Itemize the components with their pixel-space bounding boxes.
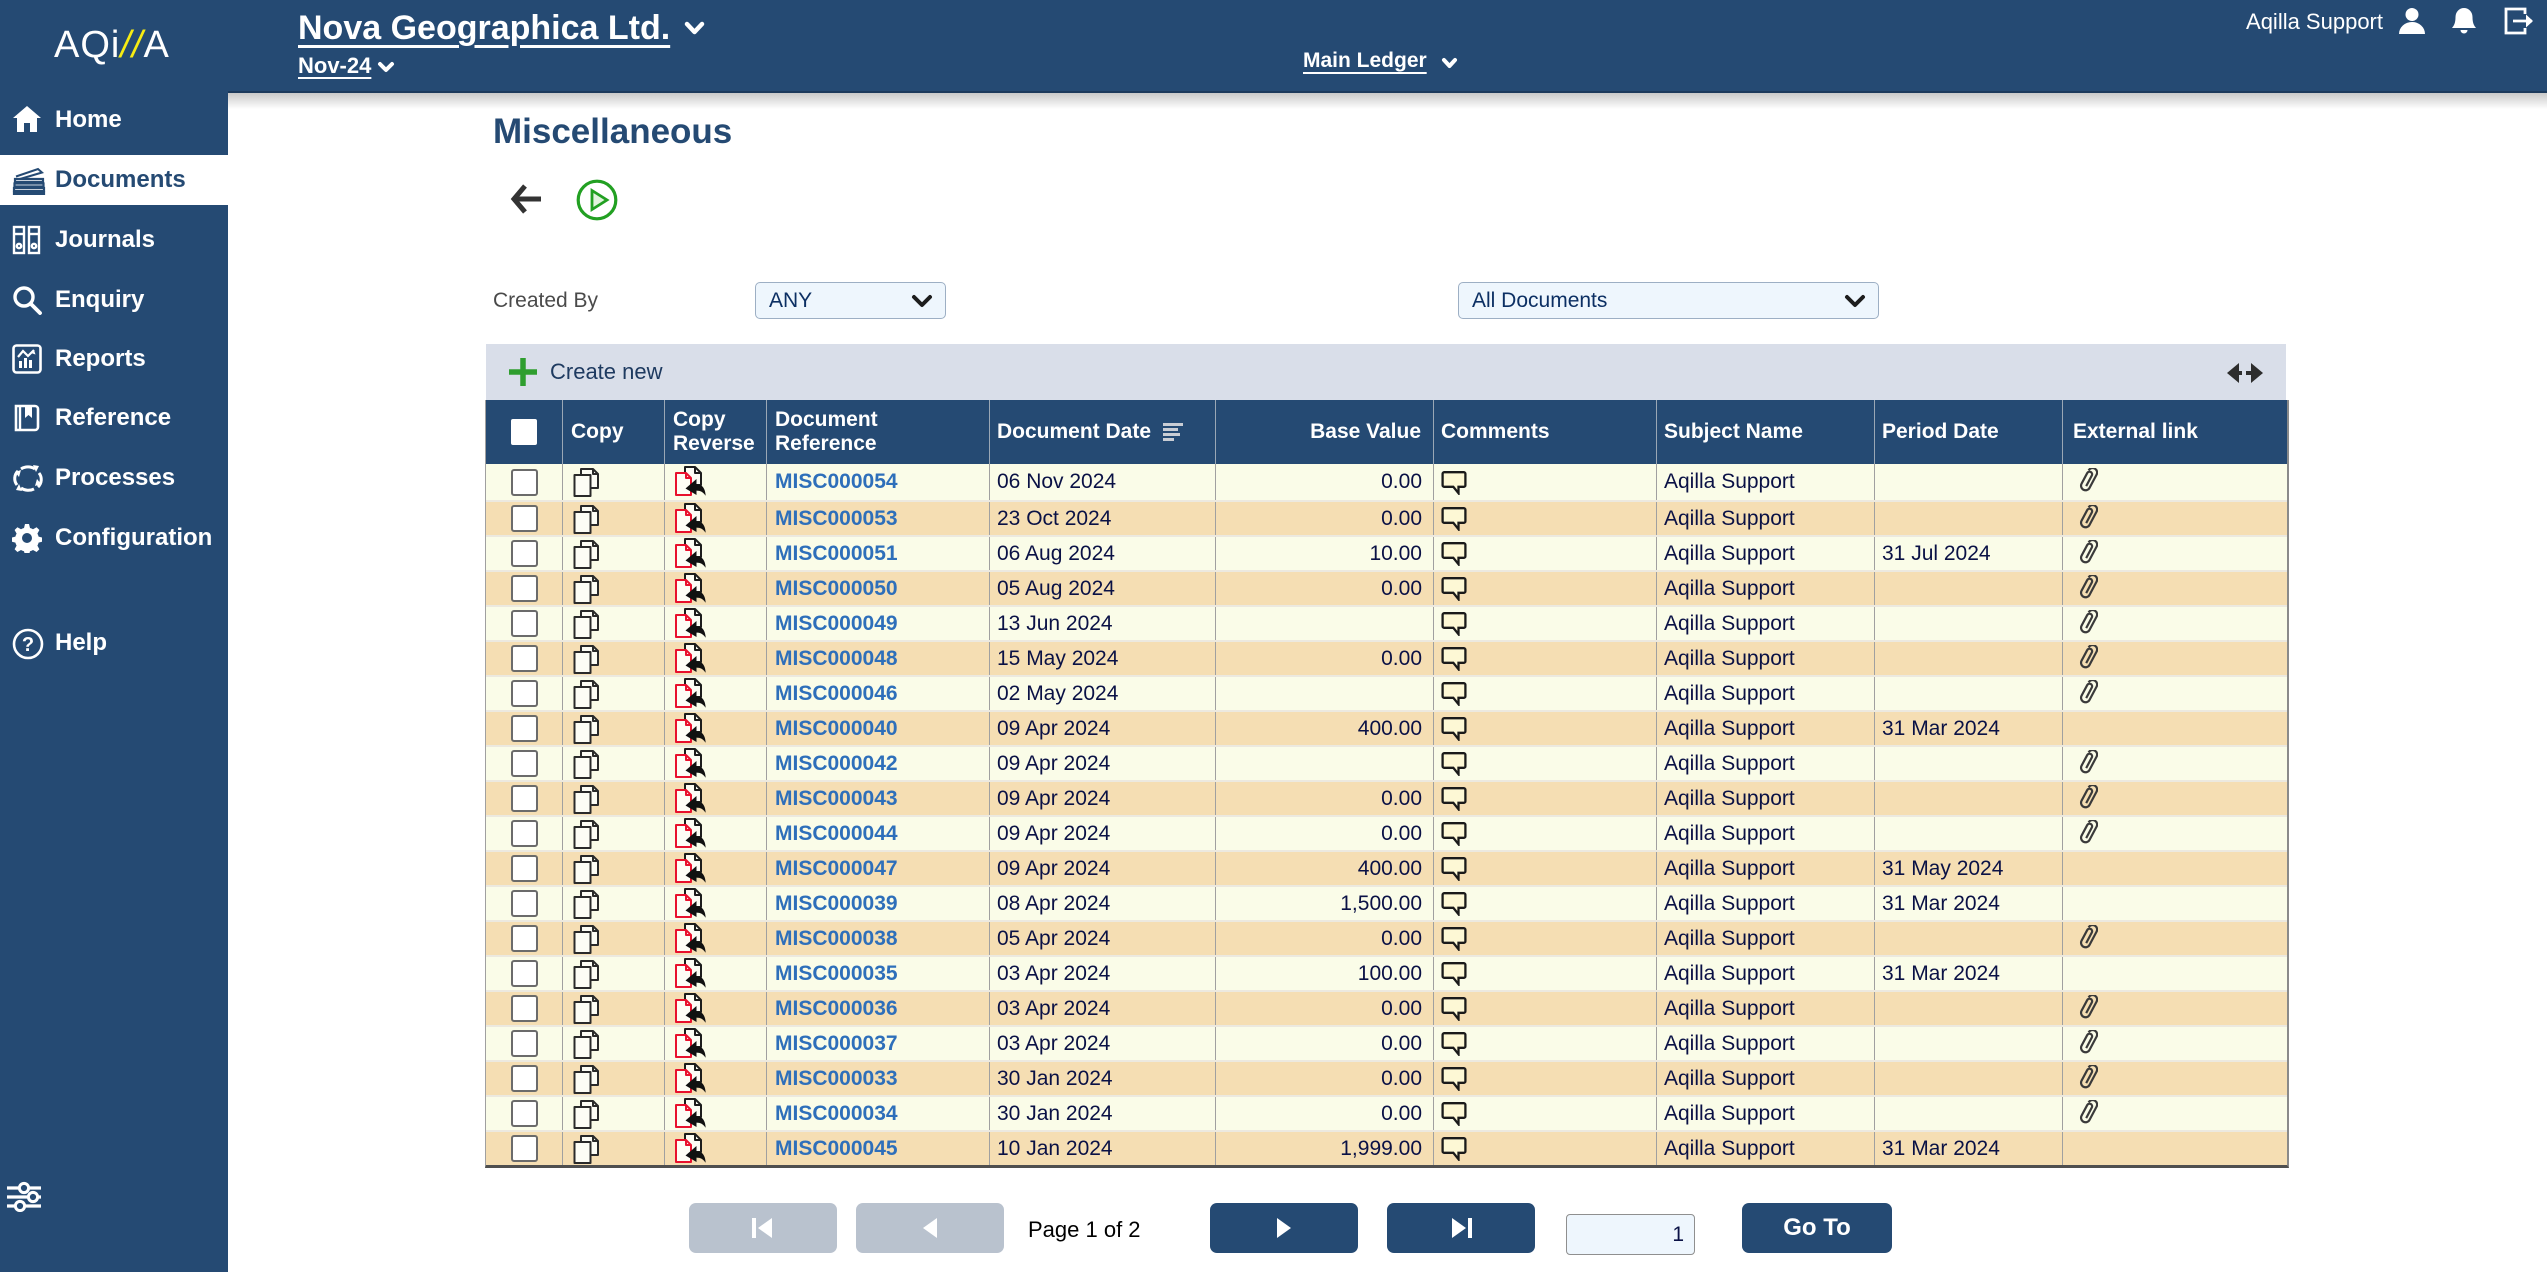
- svg-text:?: ?: [22, 634, 34, 656]
